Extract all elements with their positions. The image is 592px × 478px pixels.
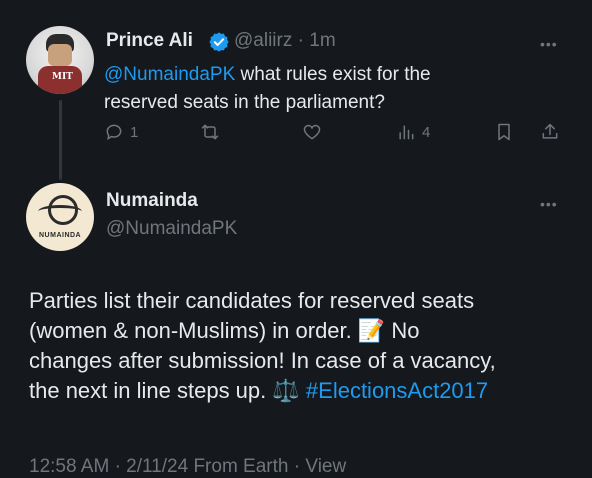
more-icon[interactable]: •••: [540, 36, 558, 52]
retweet-icon: [201, 124, 219, 140]
memo-emoji-icon: 📝: [357, 318, 386, 343]
mention-link[interactable]: @NumaindaPK: [104, 64, 235, 85]
views-icon: [399, 125, 414, 140]
separator: ·: [297, 30, 304, 51]
more-icon[interactable]: •••: [540, 196, 558, 212]
bookmark-icon: [498, 123, 510, 141]
avatar-logo-text: NUMAINDA: [39, 232, 82, 239]
author-handle-time: @aliirz · 1m: [234, 30, 336, 52]
author-handle[interactable]: @aliirz: [234, 30, 292, 51]
scales-emoji-icon: ⚖️: [272, 378, 300, 403]
tweet-text-line4: the next in line steps up.: [29, 378, 273, 403]
tweet-text-line2b: No: [385, 318, 420, 343]
reply-icon: [106, 124, 122, 141]
post-metadata: 12:58 AM · 2/11/24 From Earth · View: [29, 456, 346, 478]
share-icon: [542, 123, 558, 139]
tweet-text-line1: Parties list their candidates for reserv…: [29, 288, 475, 313]
reply-button[interactable]: 1: [104, 122, 138, 142]
avatar[interactable]: NUMAINDA: [26, 183, 94, 251]
thread-connector-line: [59, 100, 62, 180]
share-button[interactable]: [540, 122, 560, 142]
view-count: 4: [422, 123, 431, 141]
tweet-text: Parties list their candidates for reserv…: [29, 286, 579, 406]
tweet-text-line2a: (women & non-Muslims) in order.: [29, 318, 358, 343]
avatar-logo-text: MIT: [52, 72, 73, 82]
post-time[interactable]: 1m: [309, 30, 335, 51]
tweet-actions: 1 4: [104, 122, 574, 148]
author-name[interactable]: Numainda: [106, 190, 198, 212]
views-button[interactable]: 4: [396, 122, 430, 142]
tweet-text-line2: reserved seats in the parliament?: [104, 92, 385, 113]
author-name[interactable]: Prince Ali: [106, 30, 193, 52]
retweet-button[interactable]: [200, 122, 220, 142]
avatar[interactable]: MIT: [26, 26, 94, 94]
reply-count: 1: [130, 123, 139, 141]
like-icon: [303, 124, 321, 140]
verified-badge-icon: [209, 32, 229, 52]
tweet-text: @NumaindaPK what rules exist for the res…: [104, 61, 574, 117]
tweet-text-line3: changes after submission! In case of a v…: [29, 348, 496, 373]
tweet-text-line1: what rules exist for the: [235, 64, 431, 85]
author-handle[interactable]: @NumaindaPK: [106, 218, 237, 240]
hashtag-link[interactable]: #ElectionsAct2017: [306, 378, 488, 403]
bookmark-button[interactable]: [494, 122, 514, 142]
like-button[interactable]: [302, 122, 322, 142]
